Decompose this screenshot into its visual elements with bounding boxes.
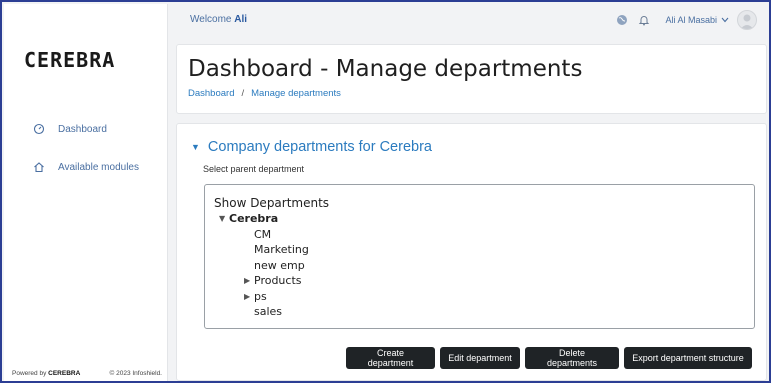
breadcrumb-dashboard[interactable]: Dashboard <box>188 88 234 99</box>
breadcrumb-separator: / <box>241 88 245 99</box>
caret-down-icon: ▼ <box>191 142 200 152</box>
caret-right-icon[interactable]: ▶ <box>244 276 254 285</box>
avatar[interactable] <box>737 10 757 30</box>
tree-node-label: Products <box>254 274 302 287</box>
welcome-message: Welcome Ali <box>190 14 247 25</box>
select-parent-label: Select parent department <box>203 164 305 174</box>
page-header: Dashboard - Manage departments Dashboard… <box>176 44 767 114</box>
sidebar-item-dashboard[interactable]: Dashboard <box>32 122 107 136</box>
copyright: © 2023 Infoshield. <box>109 370 163 377</box>
caret-down-icon[interactable]: ▼ <box>219 214 229 223</box>
breadcrumb-manage-departments[interactable]: Manage departments <box>251 88 341 99</box>
departments-card: ▼ Company departments for Cerebra Select… <box>176 123 767 381</box>
breadcrumb: Dashboard / Manage departments <box>188 88 341 99</box>
home-icon <box>32 160 46 174</box>
tree-node-label: CM <box>254 228 272 241</box>
globe-icon[interactable] <box>615 13 629 27</box>
chevron-down-icon[interactable] <box>721 16 729 25</box>
powered-by-brand: CEREBRA <box>48 370 81 377</box>
caret-right-icon[interactable]: ▶ <box>244 292 254 301</box>
page-title: Dashboard - Manage departments <box>188 56 583 82</box>
department-tree: Show Departments ▼ Cerebra CM Marketing … <box>204 184 755 329</box>
section-title: Company departments for Cerebra <box>207 139 432 155</box>
bell-icon[interactable] <box>637 13 651 27</box>
tree-node-ps[interactable]: ▶ ps <box>244 290 267 303</box>
tree-heading: Show Departments <box>214 196 330 210</box>
export-department-structure-button[interactable]: Export department structure <box>624 347 752 369</box>
action-buttons: Create department Edit department Delete… <box>346 347 752 369</box>
user-menu-area: Ali Al Masabi <box>615 10 757 30</box>
sidebar-item-label: Available modules <box>58 161 139 173</box>
tree-node-marketing[interactable]: Marketing <box>244 243 309 256</box>
welcome-text: Welcome <box>190 14 232 25</box>
tree-node-products[interactable]: ▶ Products <box>244 274 302 287</box>
logo: CEREBRA <box>24 48 116 72</box>
user-name[interactable]: Ali Al Masabi <box>665 15 717 25</box>
tree-node-label: ps <box>254 290 267 303</box>
sidebar: CEREBRA Dashboard Available modules Powe… <box>4 4 168 381</box>
tree-node-label: Marketing <box>254 243 309 256</box>
delete-departments-button[interactable]: Delete departments <box>525 347 619 369</box>
tree-node-cerebra[interactable]: ▼ Cerebra <box>219 212 278 225</box>
gauge-icon <box>32 122 46 136</box>
tree-node-new-emp[interactable]: new emp <box>244 259 305 272</box>
powered-by: Powered by CEREBRA <box>12 370 80 377</box>
tree-node-cm[interactable]: CM <box>244 228 271 241</box>
powered-by-prefix: Powered by <box>12 370 47 377</box>
tree-node-label: new emp <box>254 259 305 272</box>
sidebar-item-label: Dashboard <box>58 123 107 135</box>
create-department-button[interactable]: Create department <box>346 347 435 369</box>
tree-node-label: sales <box>254 305 283 318</box>
tree-node-sales[interactable]: sales <box>244 305 282 318</box>
edit-department-button[interactable]: Edit department <box>440 347 520 369</box>
welcome-user: Ali <box>234 14 248 25</box>
tree-node-label: Cerebra <box>229 212 279 225</box>
section-toggle[interactable]: ▼ Company departments for Cerebra <box>191 139 432 155</box>
sidebar-footer: Powered by CEREBRA © 2023 Infoshield. <box>12 370 162 377</box>
sidebar-item-available-modules[interactable]: Available modules <box>32 160 139 174</box>
app-frame: CEREBRA Dashboard Available modules Powe… <box>0 0 771 383</box>
topbar: Welcome Ali Ali Al Masabi <box>168 4 769 36</box>
